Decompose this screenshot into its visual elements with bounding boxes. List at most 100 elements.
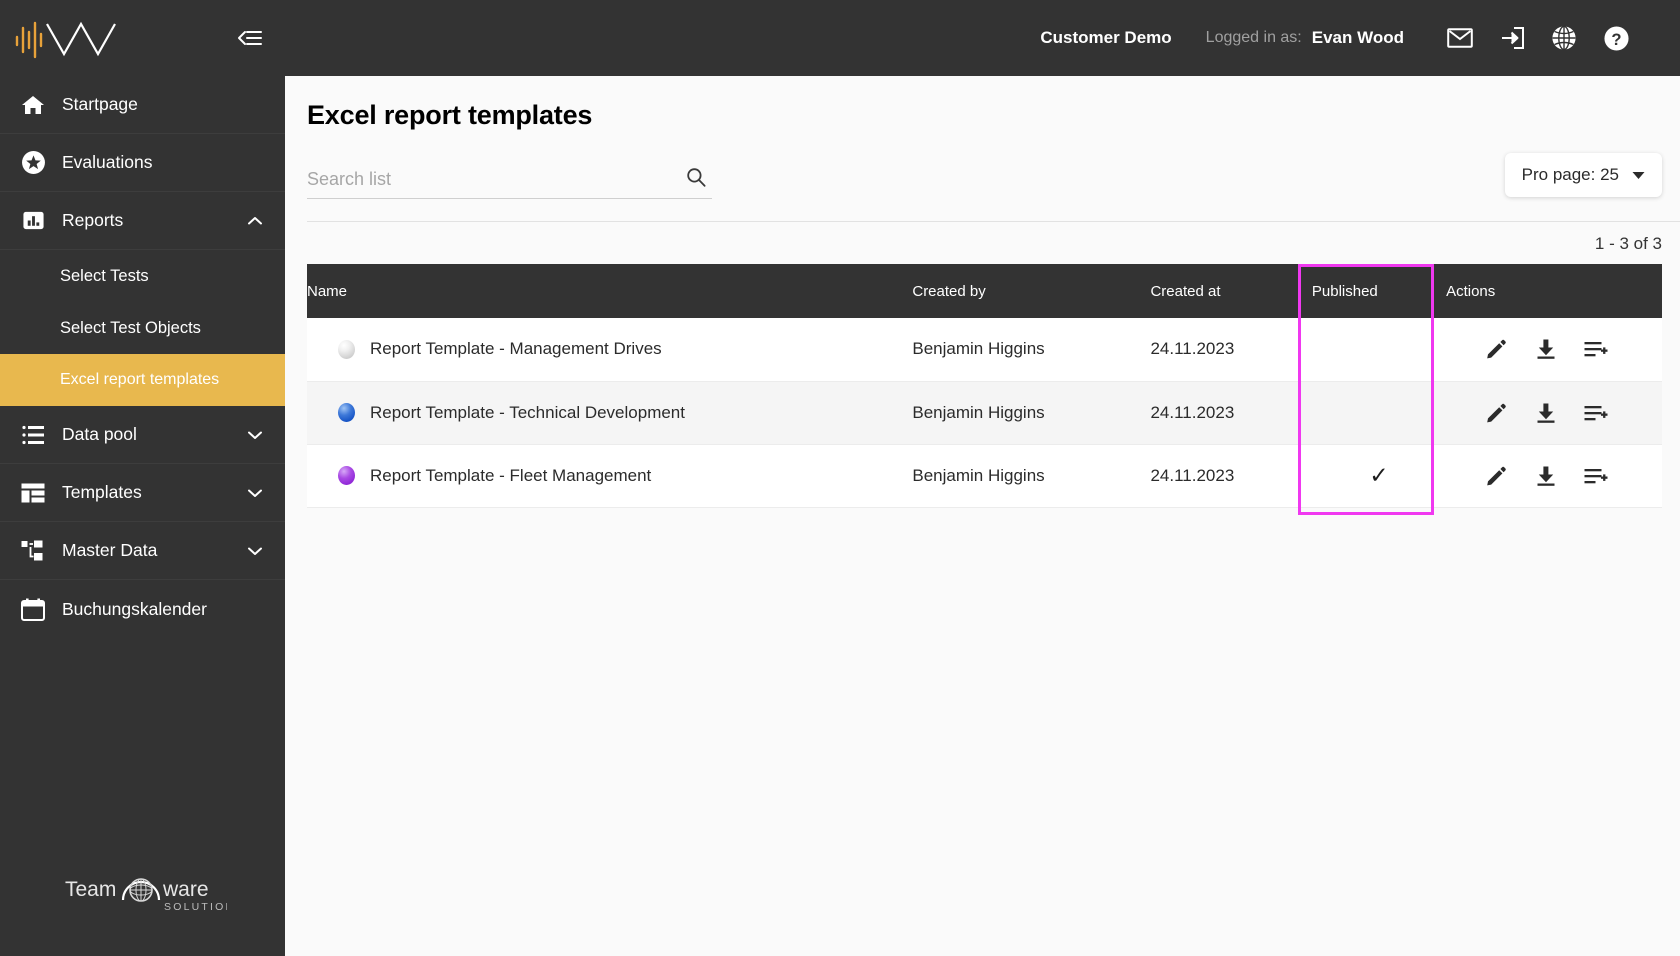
per-page-dropdown[interactable]: Pro page: 25 (1504, 153, 1662, 197)
table-body: Report Template - Management Drives Benj… (307, 318, 1662, 508)
chevron-down-icon[interactable] (247, 427, 263, 443)
sidebar-subitem-label: Select Tests (60, 266, 149, 285)
toolbar-row: Pro page: 25 (307, 153, 1680, 199)
cell-name: Report Template - Technical Development (307, 381, 913, 445)
footer-logo-subtitle: SOLUTIONS (164, 901, 227, 913)
add-to-list-icon[interactable] (1584, 337, 1608, 361)
sidebar-item-label: Reports (62, 210, 124, 230)
sidebar-item-templates[interactable]: Templates (0, 464, 285, 522)
sidebar-subitem-label: Excel report templates (60, 371, 220, 388)
sidebar-item-label: Startpage (62, 94, 138, 114)
help-icon[interactable]: ? (1590, 17, 1642, 59)
table-row[interactable]: Report Template - Fleet Management Benja… (307, 444, 1662, 508)
template-name: Report Template - Technical Development (370, 402, 685, 422)
page-title: Excel report templates (307, 100, 593, 130)
column-header-created-by[interactable]: Created by (912, 264, 1151, 318)
table-container: Name Created by Created at Published Act… (285, 264, 1680, 515)
column-header-name[interactable]: Name (307, 264, 913, 318)
cell-created-at: 24.11.2023 (1150, 318, 1312, 382)
sidebar-item-label: Buchungskalender (62, 598, 207, 619)
star-circle-icon (18, 150, 48, 176)
hierarchy-icon (18, 538, 48, 564)
main-area: Customer Demo Logged in as: Evan Wood ? … (285, 0, 1680, 956)
edit-icon[interactable] (1484, 337, 1508, 361)
search-icon[interactable] (686, 167, 706, 192)
cell-published (1311, 381, 1447, 445)
app-root: Startpage Evaluations Reports Select Tes… (0, 0, 1680, 956)
sidebar-item-reports[interactable]: Reports (0, 192, 285, 250)
cell-created-at: 24.11.2023 (1150, 444, 1312, 508)
collapse-sidebar-icon[interactable] (237, 28, 263, 48)
search-input[interactable] (307, 169, 667, 190)
template-name: Report Template - Fleet Management (370, 465, 652, 485)
sidebar-item-buchungskalender[interactable]: Buchungskalender (0, 580, 285, 638)
download-icon[interactable] (1534, 464, 1558, 488)
cell-actions (1446, 318, 1662, 382)
sidebar-item-master-data[interactable]: Master Data (0, 522, 285, 580)
chevron-down-icon (1632, 165, 1645, 185)
sidebar-item-label: Master Data (62, 540, 158, 560)
add-to-list-icon[interactable] (1584, 464, 1608, 488)
footer-logo-text-right: ware (162, 878, 209, 901)
sidebar-item-excel-report-templates[interactable]: Excel report templates (0, 354, 285, 406)
cell-published (1311, 318, 1447, 382)
logout-icon[interactable] (1486, 17, 1538, 59)
home-icon (18, 92, 48, 118)
cell-actions (1446, 444, 1662, 508)
table-head: Name Created by Created at Published Act… (307, 264, 1662, 318)
template-name: Report Template - Management Drives (370, 339, 662, 359)
chevron-down-icon[interactable] (247, 543, 263, 559)
top-bar: Customer Demo Logged in as: Evan Wood ? (285, 0, 1680, 76)
layout-icon (18, 480, 48, 506)
logged-in-label: Logged in as: (1205, 29, 1302, 46)
search-box[interactable] (307, 167, 712, 199)
edit-icon[interactable] (1484, 464, 1508, 488)
table-header-row: Name Created by Created at Published Act… (307, 264, 1662, 318)
column-header-actions: Actions (1446, 264, 1662, 318)
sidebar-item-startpage[interactable]: Startpage (0, 76, 285, 134)
cell-created-by: Benjamin Higgins (912, 381, 1151, 445)
published-check: ✓ (1369, 461, 1389, 488)
sidebar-logo-bar (0, 0, 285, 76)
cell-created-by: Benjamin Higgins (912, 318, 1151, 382)
sidebar-item-select-tests[interactable]: Select Tests (0, 250, 285, 302)
column-header-published[interactable]: Published (1311, 264, 1447, 318)
cell-created-at: 24.11.2023 (1150, 381, 1312, 445)
bar-chart-icon (18, 208, 48, 234)
column-header-created-at[interactable]: Created at (1150, 264, 1312, 318)
customer-name: Customer Demo (1040, 28, 1172, 47)
add-to-list-icon[interactable] (1584, 401, 1608, 425)
chevron-up-icon[interactable] (247, 213, 263, 229)
download-icon[interactable] (1534, 337, 1558, 361)
edit-icon[interactable] (1484, 401, 1508, 425)
sidebar-item-evaluations[interactable]: Evaluations (0, 134, 285, 192)
status-dot (338, 403, 355, 422)
cell-published: ✓ (1311, 444, 1447, 508)
footer-logo-text-left: Team (65, 878, 116, 901)
sidebar-item-label: Templates (62, 482, 142, 502)
teamware-footer-logo: Team ware SOLUTIONS (0, 862, 285, 918)
cell-created-by: Benjamin Higgins (912, 444, 1151, 508)
sidebar-item-label: Data pool (62, 424, 137, 444)
mail-icon[interactable] (1434, 17, 1486, 59)
sidebar: Startpage Evaluations Reports Select Tes… (0, 0, 285, 956)
waveform-logo[interactable] (14, 17, 124, 59)
chevron-down-icon[interactable] (247, 485, 263, 501)
sidebar-item-data-pool[interactable]: Data pool (0, 406, 285, 464)
page-content: Excel report templates Pro page: 25 (285, 76, 1680, 956)
per-page-label: Pro page: 25 (1521, 165, 1619, 184)
status-dot (338, 466, 355, 485)
table-row[interactable]: Report Template - Management Drives Benj… (307, 318, 1662, 382)
cell-name: Report Template - Management Drives (307, 318, 913, 382)
cell-name: Report Template - Fleet Management (307, 444, 913, 508)
result-count: 1 - 3 of 3 (1594, 234, 1662, 253)
templates-table: Name Created by Created at Published Act… (307, 264, 1662, 508)
download-icon[interactable] (1534, 401, 1558, 425)
table-row[interactable]: Report Template - Technical Development … (307, 381, 1662, 445)
sidebar-item-select-test-objects[interactable]: Select Test Objects (0, 302, 285, 354)
status-dot (338, 339, 355, 359)
list-icon (18, 422, 48, 448)
calendar-icon (18, 596, 48, 622)
page-header: Excel report templates Pro page: 25 (285, 76, 1680, 222)
globe-icon[interactable] (1538, 17, 1590, 59)
